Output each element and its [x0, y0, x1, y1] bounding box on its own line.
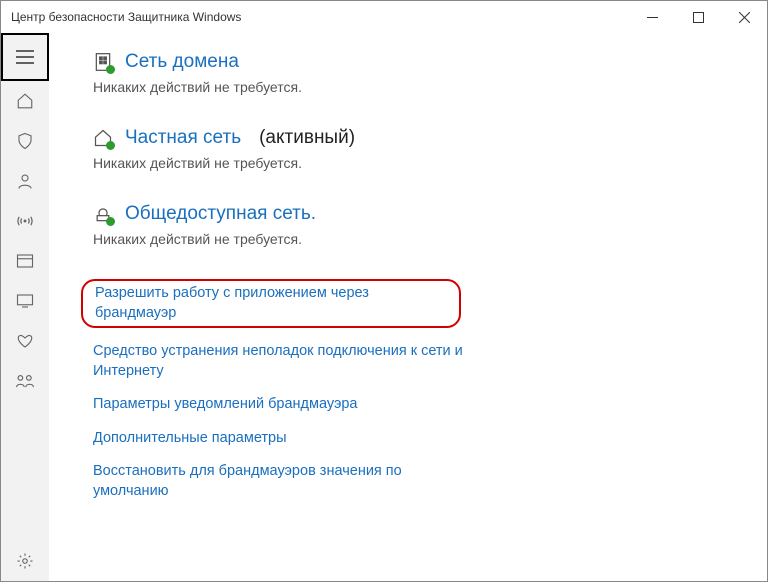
links-group: Разрешить работу с приложением через бра…	[93, 279, 747, 502]
body: Сеть домена Никаких действий не требуетс…	[1, 33, 767, 581]
sidebar-item-account[interactable]	[1, 161, 49, 201]
app-window-icon	[16, 253, 34, 269]
close-button[interactable]	[721, 1, 767, 33]
home-icon	[16, 92, 34, 110]
section-header: Частная сеть (активный)	[93, 127, 747, 149]
hamburger-icon	[16, 50, 34, 64]
domain-network-link[interactable]: Сеть домена	[125, 51, 239, 73]
sidebar-item-protection[interactable]	[1, 121, 49, 161]
sidebar-item-home[interactable]	[1, 81, 49, 121]
heart-icon	[16, 333, 34, 349]
menu-button[interactable]	[1, 33, 49, 81]
person-icon	[16, 172, 34, 190]
link-restore-defaults[interactable]: Восстановить для брандмауэров значения п…	[93, 462, 473, 501]
status-ok-icon	[106, 217, 115, 226]
titlebar: Центр безопасности Защитника Windows	[1, 1, 767, 33]
private-icon	[93, 128, 113, 148]
sidebar-item-device[interactable]	[1, 281, 49, 321]
status-ok-icon	[106, 141, 115, 150]
domain-status-text: Никаких действий не требуется.	[93, 79, 747, 95]
public-status-text: Никаких действий не требуется.	[93, 231, 747, 247]
gear-icon	[16, 552, 34, 570]
link-firewall-notification-settings[interactable]: Параметры уведомлений брандмауэра	[93, 395, 473, 415]
link-network-troubleshooter[interactable]: Средство устранения неполадок подключени…	[93, 342, 473, 381]
sidebar-item-settings[interactable]	[1, 541, 49, 581]
family-icon	[15, 373, 35, 389]
section-header: Общедоступная сеть.	[93, 203, 747, 225]
minimize-button[interactable]	[629, 1, 675, 33]
content: Сеть домена Никаких действий не требуетс…	[49, 33, 767, 581]
sidebar-item-health[interactable]	[1, 321, 49, 361]
link-advanced-settings[interactable]: Дополнительные параметры	[93, 429, 473, 449]
section-header: Сеть домена	[93, 51, 747, 73]
active-tag: (активный)	[259, 127, 355, 149]
link-allow-app-through-firewall[interactable]: Разрешить работу с приложением через бра…	[81, 279, 461, 328]
domain-icon	[93, 52, 113, 72]
status-ok-icon	[106, 65, 115, 74]
shield-icon	[16, 132, 34, 150]
sidebar	[1, 33, 49, 581]
section-private-network: Частная сеть (активный) Никаких действий…	[93, 127, 747, 171]
window-controls	[629, 1, 767, 33]
sidebar-item-family[interactable]	[1, 361, 49, 401]
public-icon	[93, 204, 113, 224]
window-title: Центр безопасности Защитника Windows	[11, 10, 241, 24]
monitor-icon	[16, 293, 34, 309]
private-status-text: Никаких действий не требуется.	[93, 155, 747, 171]
section-public-network: Общедоступная сеть. Никаких действий не …	[93, 203, 747, 247]
sidebar-item-firewall[interactable]	[1, 201, 49, 241]
wireless-icon	[15, 212, 35, 230]
maximize-button[interactable]	[675, 1, 721, 33]
sidebar-item-app-control[interactable]	[1, 241, 49, 281]
section-domain-network: Сеть домена Никаких действий не требуетс…	[93, 51, 747, 95]
private-network-link[interactable]: Частная сеть	[125, 127, 241, 149]
app-window: Центр безопасности Защитника Windows	[0, 0, 768, 582]
public-network-link[interactable]: Общедоступная сеть.	[125, 203, 316, 225]
